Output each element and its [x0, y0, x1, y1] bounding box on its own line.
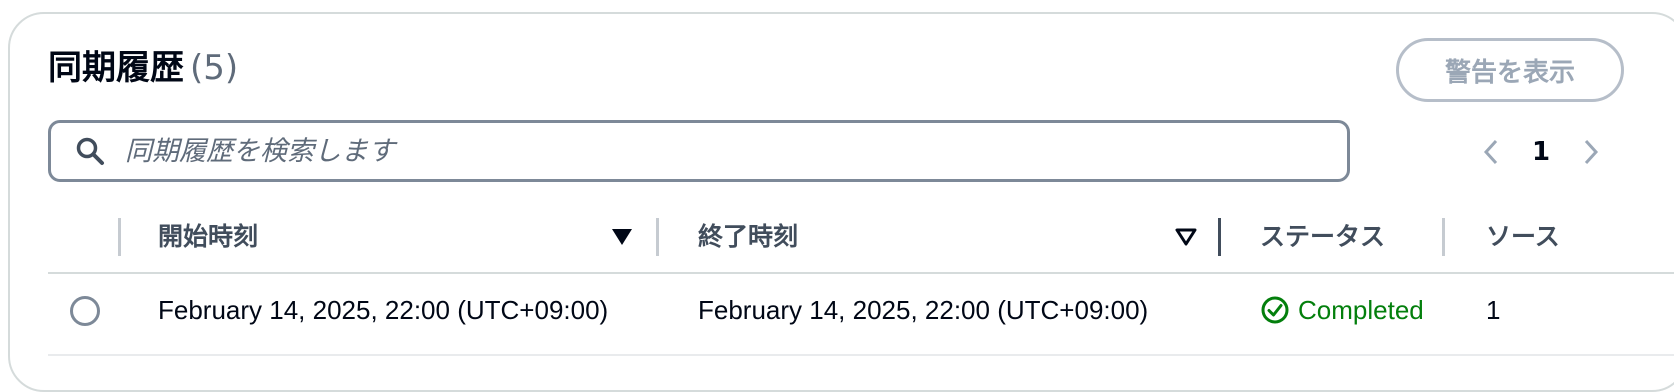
cell-end-time: February 14, 2025, 22:00 (UTC+09:00) — [698, 295, 1149, 325]
column-resize-handle[interactable] — [1218, 218, 1221, 256]
cell-status: Completed — [1260, 290, 1448, 330]
status-text: Completed — [1298, 294, 1424, 325]
search-icon — [73, 134, 107, 168]
column-divider — [118, 218, 121, 256]
cell-source: 1 — [1486, 295, 1501, 325]
sort-unsorted-icon[interactable] — [1174, 226, 1198, 248]
column-header-end-time[interactable]: 終了時刻 — [698, 218, 1138, 256]
page-number[interactable]: 1 — [1532, 137, 1550, 167]
column-header-status[interactable]: ステータス — [1260, 218, 1440, 256]
column-resize-handle[interactable] — [1442, 218, 1445, 256]
row-select-radio[interactable] — [70, 296, 100, 326]
title-text: 同期履歴 — [48, 48, 184, 88]
search-box[interactable] — [48, 120, 1350, 182]
page-title: 同期履歴 (5) — [48, 46, 238, 90]
item-count: (5) — [190, 48, 239, 88]
search-input[interactable] — [123, 134, 1307, 168]
pagination: 1 — [1476, 130, 1606, 174]
table-header: 開始時刻 終了時刻 ステータス ソース — [48, 212, 1674, 274]
cell-start-time: February 14, 2025, 22:00 (UTC+09:00) — [158, 295, 609, 325]
column-header-start-time[interactable]: 開始時刻 — [158, 218, 578, 256]
chevron-right-icon[interactable] — [1576, 132, 1606, 172]
column-header-source[interactable]: ソース — [1486, 218, 1606, 256]
check-circle-icon — [1261, 296, 1289, 324]
column-resize-handle[interactable] — [656, 218, 659, 256]
chevron-left-icon[interactable] — [1476, 132, 1506, 172]
sort-descending-icon[interactable] — [610, 226, 634, 248]
show-warnings-button[interactable]: 警告を表示 — [1396, 38, 1624, 102]
table-row[interactable]: February 14, 2025, 22:00 (UTC+09:00) Feb… — [48, 274, 1674, 356]
